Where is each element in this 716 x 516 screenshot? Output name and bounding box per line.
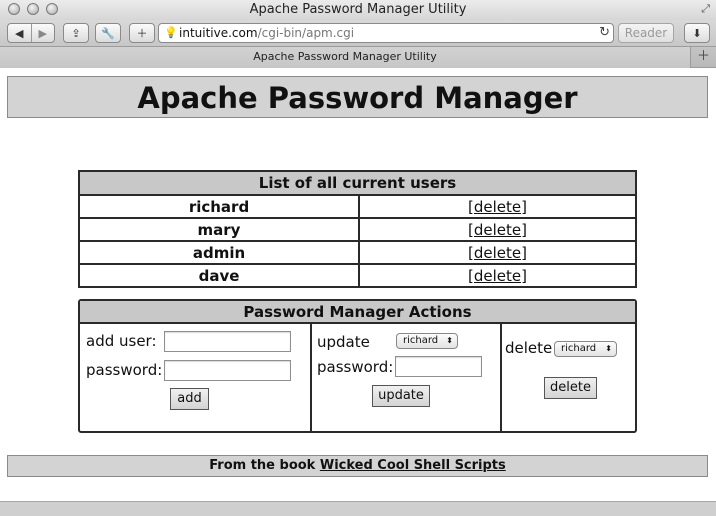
fullscreen-icon[interactable]: ⤢	[701, 2, 710, 16]
plus-icon: ＋	[136, 27, 148, 40]
new-tab-icon[interactable]: ＋	[690, 47, 716, 68]
downloads-button[interactable]: ⬇	[684, 23, 710, 43]
share-button[interactable]: ⇪	[63, 23, 89, 43]
delete-user-selected: richard	[561, 343, 597, 354]
window-titlebar: Apache Password Manager Utility ⤢	[0, 0, 716, 20]
add-password-input[interactable]	[164, 360, 291, 381]
footer-prefix: From the book	[209, 458, 320, 473]
tab-bar: Apache Password Manager Utility ＋	[0, 46, 716, 68]
select-arrows-icon: ⬍	[605, 344, 612, 353]
reload-icon[interactable]: ↻	[599, 25, 610, 40]
delete-button[interactable]: delete	[544, 377, 597, 399]
update-user-selected: richard	[403, 335, 439, 346]
back-forward-buttons: ◀ ▶	[7, 23, 55, 43]
page-footer: From the book Wicked Cool Shell Scripts	[7, 455, 708, 477]
update-password-label: password:	[317, 358, 394, 376]
add-password-label: password:	[86, 361, 163, 379]
add-user-section: add user: password: add	[80, 324, 312, 431]
add-user-input[interactable]	[164, 331, 291, 352]
add-bookmark-button[interactable]: ＋	[129, 23, 155, 43]
user-name: richard	[78, 194, 360, 219]
share-icon: ⇪	[71, 26, 81, 40]
delete-user-link[interactable]: [delete]	[468, 244, 527, 262]
update-password-input[interactable]	[395, 356, 482, 377]
table-row: richard [delete]	[78, 194, 637, 219]
user-name: mary	[78, 217, 360, 242]
update-button[interactable]: update	[372, 385, 430, 407]
select-arrows-icon: ⬍	[446, 336, 453, 345]
update-user-section: update richard ⬍ password: update	[312, 324, 502, 431]
lightbulb-icon: 💡	[164, 26, 178, 39]
table-row: admin [delete]	[78, 240, 637, 265]
update-user-select[interactable]: richard ⬍	[396, 333, 458, 349]
delete-user-link[interactable]: [delete]	[468, 221, 527, 239]
table-row: mary [delete]	[78, 217, 637, 242]
status-bar	[0, 501, 716, 516]
page-header: Apache Password Manager	[7, 76, 708, 118]
address-bar[interactable]: 💡 intuitive.com/cgi-bin/apm.cgi ↻	[158, 23, 614, 43]
add-button[interactable]: add	[170, 388, 209, 410]
download-icon: ⬇	[692, 26, 702, 40]
delete-user-section: delete richard ⬍ delete	[502, 324, 635, 431]
page-content: Apache Password Manager List of all curr…	[0, 68, 716, 516]
settings-button[interactable]: 🔧	[95, 23, 121, 43]
tab-current[interactable]: Apache Password Manager Utility	[0, 47, 690, 68]
delete-label: delete	[505, 339, 553, 357]
reader-button[interactable]: Reader	[618, 23, 674, 43]
browser-toolbar: ◀ ▶ ⇪ 🔧 ＋ 💡 intuitive.com/cgi-bin/apm.cg…	[0, 20, 716, 46]
users-table-header: List of all current users	[78, 170, 637, 196]
wrench-icon: 🔧	[101, 26, 115, 40]
url-text: intuitive.com/cgi-bin/apm.cgi	[179, 26, 355, 40]
back-icon[interactable]: ◀	[8, 27, 31, 40]
update-label: update	[317, 333, 370, 351]
forward-icon[interactable]: ▶	[32, 27, 55, 40]
user-name: dave	[78, 263, 360, 288]
actions-panel: Password Manager Actions add user: passw…	[78, 299, 637, 433]
table-row: dave [delete]	[78, 263, 637, 288]
window-title: Apache Password Manager Utility	[249, 2, 467, 17]
user-name: admin	[78, 240, 360, 265]
add-user-label: add user:	[86, 332, 157, 350]
book-title-link[interactable]: Wicked Cool Shell Scripts	[320, 458, 506, 473]
delete-user-select[interactable]: richard ⬍	[554, 341, 617, 357]
users-table: List of all current users richard [delet…	[78, 170, 637, 288]
delete-user-link[interactable]: [delete]	[468, 267, 527, 285]
page-title: Apache Password Manager	[137, 81, 578, 115]
delete-user-link[interactable]: [delete]	[468, 198, 527, 216]
actions-title: Password Manager Actions	[80, 301, 635, 324]
